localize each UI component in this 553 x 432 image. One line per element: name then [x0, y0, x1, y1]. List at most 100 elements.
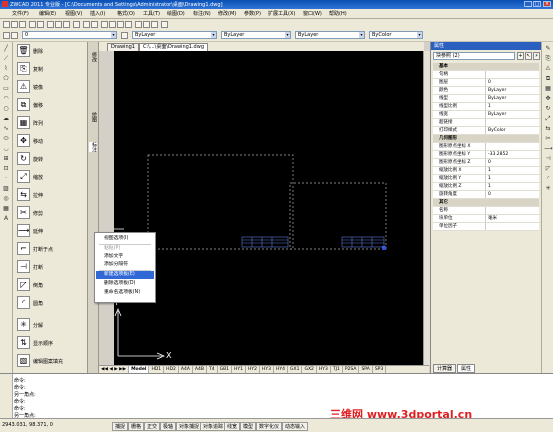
otrack-toggle[interactable]: 对象追踪	[200, 422, 227, 431]
polygon-icon[interactable]: ⬠	[2, 75, 10, 83]
tab-calculator[interactable]: 计算器	[433, 364, 457, 373]
toggle-pickadd-icon[interactable]: +	[517, 52, 524, 60]
menu-item-paste[interactable]: 粘贴(P)	[96, 245, 154, 253]
property-value[interactable]	[485, 71, 488, 78]
property-category[interactable]: 基本	[433, 63, 539, 71]
doc-tab-drawing1[interactable]: Drawing1	[107, 43, 139, 51]
osnap-toggle[interactable]: 对象捕捉	[176, 422, 203, 431]
menu-params[interactable]: 参数(P)	[244, 10, 261, 17]
revcloud-icon[interactable]: ☁	[2, 115, 10, 123]
menu-modify[interactable]: 修改(M)	[218, 10, 236, 17]
menu-view[interactable]: 视图(V)	[65, 10, 82, 17]
layout-tab[interactable]: T4	[207, 366, 218, 373]
palette-draworder[interactable]: ⇅ 显示顺序	[17, 336, 85, 350]
selection-dropdown[interactable]: 块参照 (2)	[433, 52, 515, 60]
property-value[interactable]: 毫米	[485, 215, 497, 222]
close-button[interactable]: ×	[543, 1, 551, 7]
menu-edit[interactable]: 编辑(E)	[39, 10, 56, 17]
rotate-icon[interactable]: ↻	[544, 105, 552, 113]
tab-properties[interactable]: 属性	[457, 364, 476, 373]
layer-state-icon[interactable]	[11, 32, 18, 39]
plotstyle-combo[interactable]: ByColor ▾	[369, 31, 423, 39]
lineweight-combo[interactable]: ByLayer ▾	[295, 31, 365, 39]
property-value[interactable]: ByColor	[485, 127, 506, 134]
property-category[interactable]: 其它	[433, 199, 539, 207]
preview-icon[interactable]	[37, 21, 44, 28]
palette-erase[interactable]: 🗑 删除	[17, 44, 85, 58]
dynamic-input-toggle[interactable]: 动态输入	[282, 422, 309, 431]
property-row[interactable]: 缩放比例 X 1	[433, 167, 539, 175]
zoom-prev-icon[interactable]	[125, 21, 132, 28]
palette-chamfer[interactable]: ◸ 倒角	[17, 278, 85, 292]
property-value[interactable]: 0	[485, 79, 491, 86]
grid-toggle[interactable]: 栅格	[128, 422, 145, 431]
spline-icon[interactable]: ∿	[2, 125, 10, 133]
palette-offset[interactable]: ⧉ 偏移	[17, 98, 85, 112]
property-value[interactable]	[485, 143, 488, 150]
palette-array[interactable]: ▦ 阵列	[17, 116, 85, 130]
property-row[interactable]: 句柄	[433, 71, 539, 79]
layout-tab-model[interactable]: Model	[129, 366, 150, 373]
layout-tab[interactable]: A4B	[193, 366, 207, 373]
tablet-toggle[interactable]: 数字化仪	[256, 422, 283, 431]
property-value[interactable]: 1	[485, 175, 491, 182]
property-row[interactable]: 单位因子	[433, 223, 539, 231]
redo-icon[interactable]	[91, 21, 98, 28]
property-row[interactable]: 颜色 ByLayer	[433, 87, 539, 95]
chamfer-icon[interactable]: ◸	[544, 165, 552, 173]
break-icon[interactable]: ⊣	[544, 155, 552, 163]
layout-tab[interactable]: HY3	[317, 366, 331, 373]
model-toggle[interactable]: 模型	[240, 422, 257, 431]
layout-tab[interactable]: SPA	[359, 366, 373, 373]
property-value[interactable]: ByLayer	[485, 87, 506, 94]
point-icon[interactable]: ·	[2, 175, 10, 183]
color-combo[interactable]: ByLayer ▾	[132, 31, 217, 39]
zoom-icon[interactable]	[109, 21, 116, 28]
paste-icon[interactable]	[63, 21, 70, 28]
layout-tab[interactable]: HY4	[274, 366, 289, 373]
save-icon[interactable]	[19, 21, 26, 28]
tab-dimension[interactable]: 标注	[89, 142, 97, 152]
stretch-icon[interactable]: ⇆	[544, 125, 552, 133]
palette-stretch[interactable]: ⇆ 拉伸	[17, 188, 85, 202]
array-icon[interactable]: ▦	[544, 85, 552, 93]
property-value[interactable]: ByLayer	[485, 95, 506, 102]
layout-tab[interactable]: HD1	[149, 366, 165, 373]
region-icon[interactable]: ◎	[2, 195, 10, 203]
make-block-icon[interactable]: ⊡	[2, 165, 10, 173]
palette-move[interactable]: ✥ 移动	[17, 134, 85, 148]
explode-icon[interactable]: ✳	[544, 185, 552, 193]
property-value[interactable]: 1	[485, 167, 491, 174]
polyline-icon[interactable]: ⌇	[2, 65, 10, 73]
palette-scale[interactable]: ⤢ 缩放	[17, 170, 85, 184]
mtext-icon[interactable]: A	[2, 215, 10, 223]
layer-manager-icon[interactable]	[3, 32, 10, 39]
maximize-button[interactable]: □	[533, 1, 541, 7]
pan-icon[interactable]	[101, 21, 108, 28]
drawing-canvas[interactable]: X Y	[114, 51, 423, 365]
make-current-icon[interactable]	[121, 32, 128, 39]
ellipse-arc-icon[interactable]: ◡	[2, 145, 10, 153]
menu-item-add-text[interactable]: 添加文字	[96, 253, 154, 261]
palette-extend[interactable]: ⟶ 延伸	[17, 224, 85, 238]
layout-tab[interactable]: A4A	[179, 366, 193, 373]
property-row[interactable]: 图形原点坐标 X	[433, 143, 539, 151]
hatch-icon[interactable]: ▨	[2, 185, 10, 193]
tab-modify[interactable]: 修改	[89, 52, 97, 62]
menu-insert[interactable]: 插入(I)	[90, 10, 105, 17]
tab-draw[interactable]: 绘图	[89, 112, 97, 122]
palette-copy[interactable]: ⎘ 复制	[17, 62, 85, 76]
property-row[interactable]: 旋转角度 0	[433, 191, 539, 199]
layout-tab[interactable]: P2SA	[343, 366, 360, 373]
print-icon[interactable]	[29, 21, 36, 28]
erase-icon[interactable]: ✎	[544, 45, 552, 53]
arc-icon[interactable]: ◠	[2, 95, 10, 103]
property-row[interactable]: 缩放比例 Z 1	[433, 183, 539, 191]
layout-tab[interactable]: HY1	[232, 366, 247, 373]
cut-icon[interactable]	[47, 21, 54, 28]
move-icon[interactable]: ✥	[544, 95, 552, 103]
palette-hatchedit[interactable]: ▧ 编辑图案填充	[17, 354, 85, 368]
trim-icon[interactable]: ✂	[544, 135, 552, 143]
menu-item-rename-palette[interactable]: 重命名选项板(N)	[96, 289, 154, 297]
polar-toggle[interactable]: 极轴	[160, 422, 177, 431]
